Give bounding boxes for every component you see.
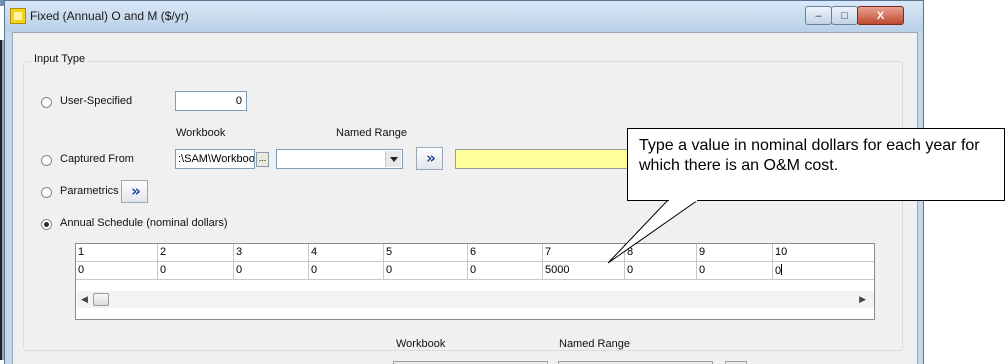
captured-value-field: 0 <box>455 149 655 169</box>
title-bar[interactable]: Fixed (Annual) O and M ($/yr) – □ X <box>5 1 923 32</box>
annual-schedule-grid[interactable]: 1 2 3 4 5 6 7 8 9 10 0 0 0 0 0 0 5000 0 … <box>75 243 875 320</box>
bottom-named-range-header: Named Range <box>559 338 630 350</box>
grid-value-cell[interactable]: 0 <box>234 262 309 280</box>
grid-value-cell[interactable]: 0 <box>697 262 773 280</box>
grid-value-cell[interactable]: 5000 <box>543 262 625 280</box>
annual-schedule-radio[interactable] <box>41 219 52 230</box>
callout-text: Type a value in nominal dollars for each… <box>639 137 980 174</box>
grid-horizontal-scrollbar[interactable]: ◀ ▶ <box>77 291 874 308</box>
grid-value-cell-active[interactable]: 0 <box>773 262 874 280</box>
window-title: Fixed (Annual) O and M ($/yr) <box>30 9 189 23</box>
grid-header-cell: 5 <box>384 244 468 262</box>
maximize-button[interactable]: □ <box>831 6 858 25</box>
workbook-path-input[interactable]: :\SAM\Workbooks\ <box>175 149 255 169</box>
scroll-right-icon[interactable]: ▶ <box>859 294 866 305</box>
parametrics-radio[interactable] <box>41 187 52 198</box>
workbook-header: Workbook <box>176 127 226 139</box>
scrollbar-thumb[interactable] <box>93 293 109 306</box>
grid-header-cell: 1 <box>76 244 158 262</box>
grid-header-cell: 7 <box>543 244 625 262</box>
captured-from-radio[interactable] <box>41 155 52 166</box>
grid-header-cell: 10 <box>773 244 874 262</box>
app-icon <box>10 8 26 24</box>
grid-value-cell[interactable]: 0 <box>625 262 697 280</box>
double-chevron-icon: » <box>426 149 436 167</box>
user-specified-radio[interactable] <box>41 97 52 108</box>
named-range-dropdown[interactable] <box>276 149 403 169</box>
scroll-left-icon[interactable]: ◀ <box>81 294 88 305</box>
grid-value-cell[interactable]: 0 <box>309 262 384 280</box>
grid-header-cell: 4 <box>309 244 384 262</box>
grid-value-cell[interactable]: 0 <box>158 262 234 280</box>
grid-header-cell: 3 <box>234 244 309 262</box>
browse-workbook-button[interactable]: ... <box>256 152 269 167</box>
minimize-button[interactable]: – <box>805 6 832 25</box>
grid-value-row: 0 0 0 0 0 0 5000 0 0 0 <box>76 262 874 280</box>
annual-schedule-label: Annual Schedule (nominal dollars) <box>60 217 228 229</box>
grid-header-cell: 8 <box>625 244 697 262</box>
parametrics-label: Parametrics <box>60 185 119 197</box>
close-button[interactable]: X <box>857 6 904 25</box>
grid-header-cell: 2 <box>158 244 234 262</box>
named-range-header: Named Range <box>336 127 407 139</box>
annotation-callout: Type a value in nominal dollars for each… <box>627 128 1005 201</box>
parametrics-button[interactable]: » <box>121 180 148 203</box>
bottom-workbook-header: Workbook <box>396 338 446 350</box>
grid-header-cell: 6 <box>468 244 543 262</box>
grid-header-row: 1 2 3 4 5 6 7 8 9 10 <box>76 244 874 262</box>
user-specified-label: User-Specified <box>60 95 133 107</box>
dropdown-arrow-icon[interactable] <box>385 151 401 167</box>
text-cursor <box>781 264 783 275</box>
grid-value-cell[interactable]: 0 <box>384 262 468 280</box>
grid-value-cell[interactable]: 0 <box>76 262 158 280</box>
input-type-group-label: Input Type <box>31 53 89 65</box>
capture-go-button[interactable]: » <box>416 147 443 170</box>
double-chevron-icon: » <box>131 182 141 200</box>
user-specified-input[interactable]: 0 <box>175 91 247 111</box>
captured-from-label: Captured From <box>60 153 134 165</box>
grid-value-cell[interactable]: 0 <box>468 262 543 280</box>
grid-header-cell: 9 <box>697 244 773 262</box>
